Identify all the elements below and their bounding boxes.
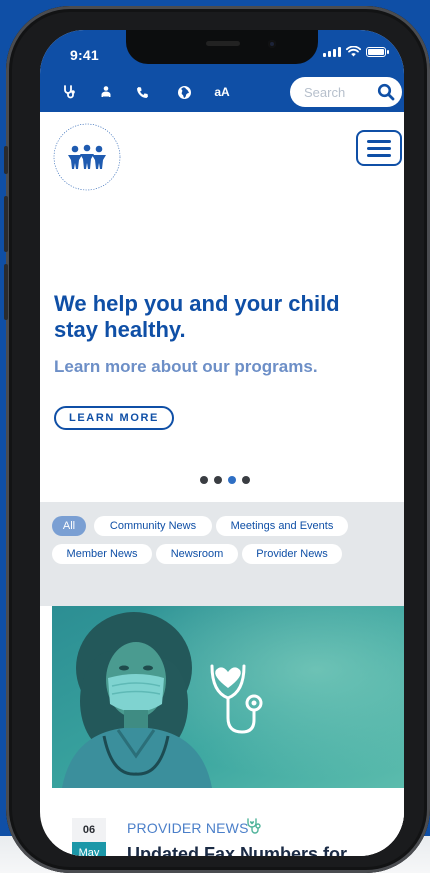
carousel-dot-4[interactable] xyxy=(242,476,250,484)
hamburger-line xyxy=(367,146,391,150)
people-icon[interactable] xyxy=(96,82,116,102)
carousel-dot-2[interactable] xyxy=(214,476,222,484)
globe-icon[interactable] xyxy=(174,82,194,102)
news-card-meta: 06 May PROVIDER NEWS Updated Fax Numbers… xyxy=(52,788,404,856)
organization-logo[interactable] xyxy=(52,122,122,192)
status-time: 9:41 xyxy=(70,47,99,63)
system-icons xyxy=(323,46,389,57)
phone-screen: 9:41 aA Search We help you and your chil… xyxy=(40,30,404,856)
stethoscope-icon[interactable] xyxy=(60,82,80,102)
utility-toolbar: aA xyxy=(40,72,404,112)
news-date-day: 06 xyxy=(72,818,106,842)
notch xyxy=(126,30,318,64)
stethoscope-icon xyxy=(247,818,261,834)
news-card[interactable]: 06 May PROVIDER NEWS Updated Fax Numbers… xyxy=(52,606,404,856)
volume-down-button xyxy=(4,264,8,320)
wifi-icon xyxy=(346,46,361,57)
speaker xyxy=(206,41,240,46)
learn-more-button[interactable]: LEARN MORE xyxy=(54,406,174,430)
carousel-dots xyxy=(200,476,250,484)
phone-frame: 9:41 aA Search We help you and your chil… xyxy=(4,6,430,873)
carousel-dot-1[interactable] xyxy=(200,476,208,484)
phone-icon[interactable] xyxy=(132,82,152,102)
filter-member-news[interactable]: Member News xyxy=(52,544,152,564)
section-spacer xyxy=(40,582,404,606)
hamburger-line xyxy=(367,153,391,157)
search-icon[interactable] xyxy=(376,82,396,102)
volume-up-button xyxy=(4,196,8,252)
status-bar: 9:41 xyxy=(40,30,404,72)
news-filter-bar: All Community News Meetings and Events M… xyxy=(40,502,404,582)
hamburger-line xyxy=(367,139,391,143)
news-date-month: May xyxy=(72,842,106,856)
battery-icon xyxy=(366,46,389,57)
menu-button[interactable] xyxy=(356,130,402,166)
filter-all[interactable]: All xyxy=(52,516,86,536)
signal-icon xyxy=(323,46,341,57)
text-size-button[interactable]: aA xyxy=(210,82,234,102)
hero-subtitle: Learn more about our programs. xyxy=(54,357,318,376)
filter-provider-news[interactable]: Provider News xyxy=(242,544,342,564)
carousel-dot-3[interactable] xyxy=(228,476,236,484)
site-header xyxy=(40,112,404,207)
hero-title: We help you and your child stay healthy. xyxy=(54,291,340,342)
front-camera xyxy=(268,40,276,48)
silent-switch xyxy=(4,146,8,174)
filter-meetings-and-events[interactable]: Meetings and Events xyxy=(216,516,348,536)
news-category[interactable]: PROVIDER NEWS xyxy=(127,820,249,836)
filter-community-news[interactable]: Community News xyxy=(94,516,212,536)
hero-section: We help you and your child stay healthy.… xyxy=(40,207,404,502)
news-card-image xyxy=(52,606,404,788)
news-title[interactable]: Updated Fax Numbers for xyxy=(127,843,397,856)
filter-newsroom[interactable]: Newsroom xyxy=(156,544,238,564)
